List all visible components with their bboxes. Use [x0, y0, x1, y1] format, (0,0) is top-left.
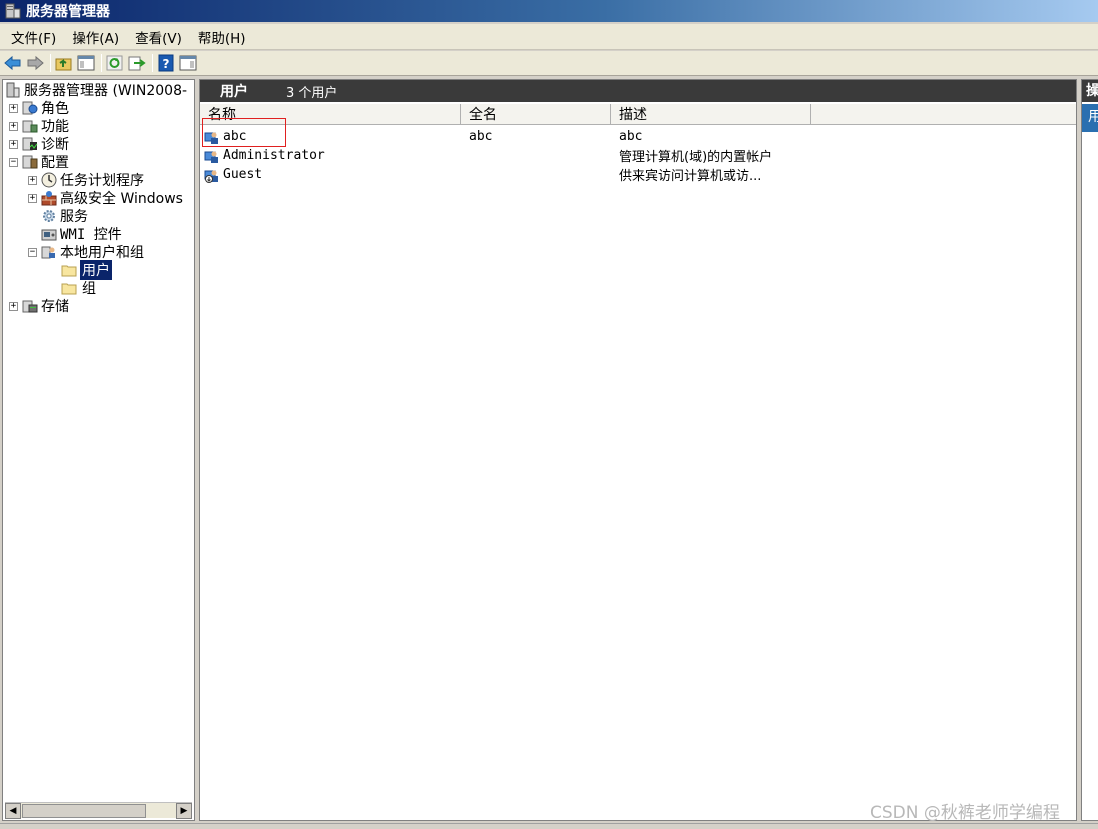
- scroll-thumb[interactable]: [22, 803, 146, 818]
- toolbar-separator: [101, 54, 102, 72]
- toolbar-separator: [152, 54, 153, 72]
- tree-item-task-scheduler[interactable]: + 任务计划程序: [28, 171, 144, 189]
- tree-label: 角色: [41, 101, 69, 117]
- status-bar: [0, 823, 1098, 829]
- features-icon: [22, 118, 38, 134]
- tree-item-wmi[interactable]: WMI 控件: [28, 225, 122, 243]
- folder-icon: [61, 262, 77, 278]
- tree-horizontal-scrollbar[interactable]: ◀ ▶: [5, 802, 192, 819]
- folder-icon: [61, 280, 77, 296]
- tree-label: 功能: [41, 119, 69, 135]
- table-row[interactable]: Administrator 管理计算机(域)的内置帐户: [204, 146, 1064, 165]
- up-folder-icon[interactable]: [54, 53, 74, 73]
- menu-view[interactable]: 查看(V): [128, 25, 189, 49]
- user-name: Administrator: [223, 148, 325, 163]
- menu-help[interactable]: 帮助(H): [191, 25, 253, 49]
- column-fullname[interactable]: 全名: [461, 104, 611, 125]
- tree-label: 本地用户和组: [60, 245, 144, 261]
- pane-header: 用户 3 个用户: [200, 80, 1076, 102]
- tree-label: WMI 控件: [60, 227, 122, 243]
- tree-item-roles[interactable]: + 角色: [9, 99, 69, 117]
- tree-item-firewall[interactable]: + 高级安全 Windows: [28, 189, 183, 207]
- column-description[interactable]: 描述: [611, 104, 811, 125]
- wmi-control-icon: [41, 226, 57, 242]
- navigation-tree[interactable]: 服务器管理器 (WIN2008- + 角色 + 功能 + 诊断 − 配置 + 任: [2, 79, 195, 821]
- expand-icon[interactable]: +: [9, 103, 18, 113]
- users-group-icon: [41, 244, 57, 260]
- expand-icon[interactable]: +: [28, 175, 37, 185]
- tree-item-users[interactable]: 用户: [61, 259, 113, 281]
- export-list-icon[interactable]: [127, 53, 147, 73]
- scroll-left-icon[interactable]: ◀: [5, 802, 21, 819]
- tree-item-diagnostics[interactable]: + 诊断: [9, 135, 69, 153]
- show-hide-action-pane-icon[interactable]: [178, 53, 198, 73]
- collapse-icon[interactable]: −: [28, 247, 37, 257]
- annotation-highlight-box: [202, 118, 286, 147]
- tree-label-selected: 用户: [79, 259, 113, 281]
- table-row[interactable]: abc abc abc: [204, 127, 1064, 146]
- actions-header: 操: [1082, 80, 1098, 102]
- expand-icon[interactable]: +: [9, 139, 18, 149]
- tree-item-groups[interactable]: 组: [61, 279, 96, 297]
- tree-label: 任务计划程序: [60, 173, 144, 189]
- expand-icon[interactable]: +: [9, 121, 18, 131]
- tree-label: 存储: [41, 299, 69, 315]
- user-description: abc: [619, 129, 643, 144]
- back-arrow-icon[interactable]: [3, 53, 23, 73]
- tree-item-configuration[interactable]: − 配置: [9, 153, 69, 171]
- expand-icon[interactable]: +: [9, 301, 18, 311]
- tree-item-features[interactable]: + 功能: [9, 117, 69, 135]
- server-manager-icon: [4, 2, 22, 20]
- user-fullname: abc: [469, 129, 493, 144]
- firewall-icon: [41, 190, 57, 206]
- tree-item-local-users-groups[interactable]: − 本地用户和组: [28, 243, 144, 261]
- storage-icon: [22, 298, 38, 314]
- actions-section-users[interactable]: 用: [1082, 104, 1098, 132]
- tree-label: 高级安全 Windows: [60, 191, 183, 207]
- user-description: 供来宾访问计算机或访...: [619, 169, 762, 184]
- server-icon: [5, 82, 21, 98]
- window-title: 服务器管理器: [26, 4, 110, 20]
- users-list-pane: 用户 3 个用户 名称 全名 描述 abc abc abc Administra…: [199, 79, 1077, 821]
- clock-icon: [41, 172, 57, 188]
- user-description: 管理计算机(域)的内置帐户: [619, 150, 773, 165]
- tree-label: 服务器管理器 (WIN2008-: [24, 83, 188, 99]
- forward-arrow-icon[interactable]: [25, 53, 45, 73]
- disabled-user-icon: [204, 167, 220, 183]
- gear-icon: [41, 208, 57, 224]
- tree-item-server-manager[interactable]: 服务器管理器 (WIN2008-: [5, 81, 187, 99]
- scroll-right-icon[interactable]: ▶: [176, 802, 192, 819]
- svg-text:?: ?: [163, 57, 170, 71]
- menu-action[interactable]: 操作(A): [65, 25, 126, 49]
- tree-label: 诊断: [41, 137, 69, 153]
- actions-pane: 操 用: [1081, 79, 1098, 821]
- collapse-icon[interactable]: −: [9, 157, 18, 167]
- show-hide-tree-icon[interactable]: [76, 53, 96, 73]
- toolbar: ?: [0, 51, 1098, 76]
- expand-icon[interactable]: +: [28, 193, 37, 203]
- tree-label: 配置: [41, 155, 69, 171]
- title-bar: 服务器管理器: [0, 0, 1098, 22]
- column-header: 名称 全名 描述: [200, 104, 1076, 125]
- tree-item-services[interactable]: 服务: [28, 207, 88, 225]
- tree-label: 服务: [60, 209, 88, 225]
- table-row[interactable]: Guest 供来宾访问计算机或访...: [204, 165, 1064, 184]
- watermark: CSDN @秋裤老师学编程: [870, 803, 1060, 823]
- refresh-icon[interactable]: [105, 53, 125, 73]
- help-icon[interactable]: ?: [156, 53, 176, 73]
- user-name: Guest: [223, 167, 263, 182]
- tree-label: 组: [82, 281, 96, 297]
- configuration-icon: [22, 154, 38, 170]
- pane-title: 用户: [220, 84, 248, 100]
- user-icon: [204, 148, 220, 164]
- menu-file[interactable]: 文件(F): [4, 25, 63, 49]
- menu-bar: 文件(F) 操作(A) 查看(V) 帮助(H): [0, 24, 1098, 50]
- diagnostics-icon: [22, 136, 38, 152]
- user-count: 3 个用户: [286, 85, 338, 101]
- roles-icon: [22, 100, 38, 116]
- toolbar-separator: [50, 54, 51, 72]
- tree-item-storage[interactable]: + 存储: [9, 297, 69, 315]
